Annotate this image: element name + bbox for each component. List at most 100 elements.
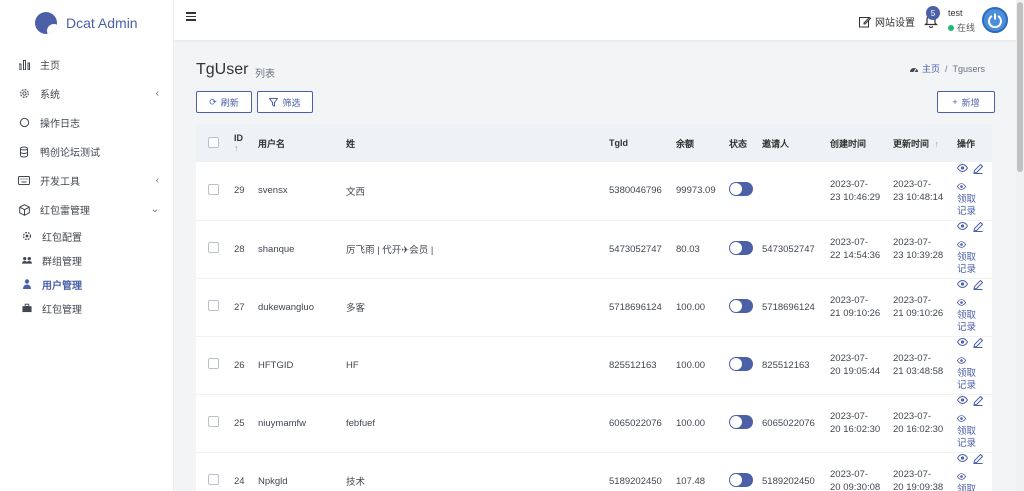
user-status-label: 在线 — [957, 23, 976, 33]
record-link[interactable]: 领取记录 — [956, 298, 988, 334]
edit-pencil-icon[interactable] — [973, 395, 984, 410]
row-checkbox[interactable] — [208, 183, 219, 195]
page-scrollbar[interactable] — [1016, 0, 1024, 491]
cell-tgid: 5380046796 — [609, 185, 662, 197]
view-eye-icon[interactable] — [956, 163, 969, 178]
sidebar-item-system[interactable]: 系统 ‹ — [0, 79, 173, 108]
sidebar-subitem-user-mgmt[interactable]: 用户管理 — [0, 272, 173, 296]
column-updated-label: 更新时间 — [893, 138, 930, 149]
avatar[interactable] — [982, 7, 1008, 33]
sidebar-subitem-label: 群组管理 — [42, 256, 82, 268]
dashboard-icon — [909, 68, 918, 73]
sidebar-item-forum-test[interactable]: 鸭创论坛测试 — [0, 137, 173, 166]
record-link[interactable]: 领取记录 — [956, 356, 988, 392]
status-toggle[interactable] — [729, 414, 753, 429]
cell-inviter: 825512163 — [762, 359, 810, 371]
created-time: 23 10:46:29 — [830, 191, 881, 203]
edit-pencil-icon[interactable] — [973, 337, 984, 352]
created-date: 2023-07- — [830, 295, 869, 306]
edit-pencil-icon[interactable] — [973, 453, 984, 468]
cell-tgid: 5189202450 — [609, 475, 662, 487]
updated-date: 2023-07- — [893, 411, 932, 422]
breadcrumb: 主页 / Tgusers — [909, 62, 985, 75]
user-info[interactable]: test 在线 — [948, 8, 975, 34]
sidebar-item-label: 操作日志 — [40, 119, 80, 130]
sidebar-item-redpacket-mgmt[interactable]: 红包雷管理 ⌄ — [0, 195, 173, 224]
view-eye-icon[interactable] — [956, 395, 969, 410]
sidebar-item-home[interactable]: 主页 — [0, 50, 173, 79]
created-date: 2023-07- — [830, 469, 869, 480]
sidebar-item-dev-tools[interactable]: 开发工具 ‹ — [0, 166, 173, 195]
record-link[interactable]: 领取记录 — [956, 240, 988, 276]
column-created: 创建时间 — [830, 138, 867, 149]
status-toggle[interactable] — [729, 356, 753, 371]
cell-inviter: 5189202450 — [762, 475, 815, 487]
record-link[interactable]: 领取记录 — [956, 182, 988, 218]
refresh-button[interactable]: ⟳ 刷新 — [196, 91, 252, 113]
table-row: 28 shanque 厉飞雨 | 代开✈会员 | 5473052747 80.0… — [196, 220, 992, 278]
status-toggle[interactable] — [729, 298, 753, 313]
user-icon — [22, 279, 32, 289]
scrollbar-thumb[interactable] — [1017, 2, 1023, 172]
record-link[interactable]: 领取记录 — [956, 472, 988, 491]
cell-id: 26 — [234, 359, 245, 371]
column-tgid: TgId — [609, 138, 628, 148]
topbar: 网站设置 5 test 在线 — [174, 0, 1016, 40]
updated-time: 20 19:09:38 — [893, 482, 944, 491]
created-time: 20 19:05:44 — [830, 366, 881, 377]
edit-pencil-icon[interactable] — [973, 163, 984, 178]
briefcase-icon — [22, 303, 32, 313]
site-setting-link[interactable]: 网站设置 — [859, 14, 915, 29]
status-toggle[interactable] — [729, 472, 753, 487]
breadcrumb-separator: / — [944, 63, 948, 74]
sidebar-item-operation-log[interactable]: 操作日志 — [0, 108, 173, 137]
cell-tgid: 5473052747 — [609, 243, 662, 255]
breadcrumb-home[interactable]: 主页 — [909, 62, 940, 75]
brand[interactable]: Dcat Admin — [0, 0, 173, 46]
cell-created: 2023-07- 22 14:54:36 — [826, 220, 889, 278]
sidebar-subitem-redpacket-list[interactable]: 红包管理 — [0, 296, 173, 320]
created-date: 2023-07- — [830, 411, 869, 422]
cell-updated: 2023-07- 21 03:48:58 — [889, 336, 953, 394]
row-checkbox[interactable] — [208, 474, 219, 485]
add-button[interactable]: + 新增 — [937, 91, 995, 113]
user-name: test — [948, 8, 963, 18]
edit-pencil-icon[interactable] — [973, 279, 984, 294]
column-updated[interactable]: 更新时间 ↑ — [889, 124, 953, 162]
sidebar-subitem-group-mgmt[interactable]: 群组管理 — [0, 248, 173, 272]
main-content: TgUser 列表 主页 / Tgusers ⟳ 刷新 筛选 + 新增 ID ↑ — [174, 40, 1016, 491]
sidebar-subitem-label: 用户管理 — [42, 280, 82, 292]
sidebar-subitem-redpacket-config[interactable]: 红包配置 — [0, 224, 173, 248]
view-eye-icon[interactable] — [956, 279, 969, 294]
column-id[interactable]: ID ↑ — [230, 124, 254, 162]
select-all-checkbox[interactable] — [208, 136, 219, 148]
view-eye-icon[interactable] — [956, 453, 969, 468]
data-table: ID ↑ 用户名 姓 TgId 余额 状态 邀请人 创建时间 更新时间 ↑ 操作 — [196, 124, 992, 491]
cell-tgid: 825512163 — [609, 359, 657, 371]
sidebar-subitem-label: 红包管理 — [42, 304, 82, 316]
hamburger-menu-icon[interactable] — [186, 12, 196, 21]
cell-inviter: 5718696124 — [762, 301, 815, 313]
chevron-down-icon: ⌄ — [150, 204, 159, 215]
sidebar-subitem-label: 红包配置 — [42, 232, 82, 244]
row-checkbox[interactable] — [208, 416, 219, 427]
row-checkbox[interactable] — [208, 358, 219, 369]
filter-button[interactable]: 筛选 — [257, 91, 313, 113]
status-toggle[interactable] — [729, 240, 753, 255]
cog-icon — [22, 231, 32, 241]
view-eye-icon[interactable] — [956, 221, 969, 236]
cell-username: HFTGID — [258, 359, 294, 371]
updated-time: 23 10:48:14 — [893, 191, 944, 203]
edit-pencil-icon[interactable] — [973, 221, 984, 236]
row-checkbox[interactable] — [208, 242, 219, 253]
row-checkbox[interactable] — [208, 300, 219, 311]
column-username: 用户名 — [258, 138, 286, 149]
record-link[interactable]: 领取记录 — [956, 414, 988, 450]
bar-chart-icon — [18, 59, 30, 71]
user-status: 在线 — [948, 21, 975, 34]
cell-actions: 领取记录 — [953, 162, 992, 220]
cell-balance: 100.00 — [676, 417, 706, 429]
status-toggle[interactable] — [729, 182, 753, 197]
view-eye-icon[interactable] — [956, 337, 969, 352]
cell-surname: 厉飞雨 | 代开✈会员 | — [346, 245, 434, 256]
